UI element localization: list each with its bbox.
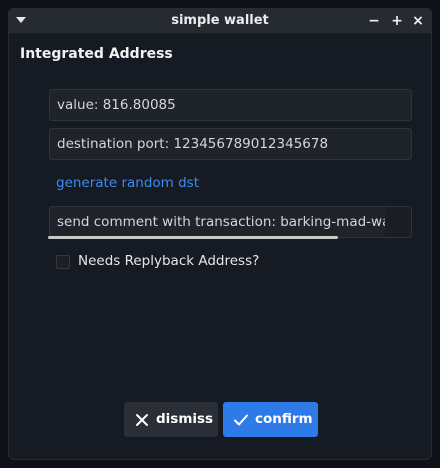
minimize-button[interactable]: − <box>365 9 383 33</box>
title-bar[interactable]: simple wallet − + × <box>9 9 431 34</box>
comment-field[interactable]: send comment with transaction: barking-m… <box>49 206 385 238</box>
checkmark-icon <box>234 414 248 426</box>
replyback-checkbox[interactable] <box>56 255 70 269</box>
confirm-button-label: confirm <box>255 411 313 427</box>
destination-port-field[interactable]: destination port: 123456789012345678 <box>49 128 412 160</box>
dismiss-button[interactable]: dismiss <box>124 402 218 437</box>
section-title: Integrated Address <box>20 46 173 62</box>
generate-random-dst-link[interactable]: generate random dst <box>56 175 199 191</box>
close-button[interactable]: × <box>409 9 427 33</box>
maximize-button[interactable]: + <box>388 9 406 33</box>
value-field[interactable]: value: 816.80085 <box>49 89 412 121</box>
close-icon <box>136 414 148 426</box>
dismiss-button-label: dismiss <box>156 411 214 427</box>
replyback-checkbox-label[interactable]: Needs Replyback Address? <box>78 253 259 269</box>
confirm-button[interactable]: confirm <box>223 402 318 437</box>
wallet-window: simple wallet − + × Integrated Address v… <box>8 8 432 460</box>
horizontal-scrollbar[interactable] <box>48 236 338 239</box>
comment-field-edge <box>385 206 412 238</box>
